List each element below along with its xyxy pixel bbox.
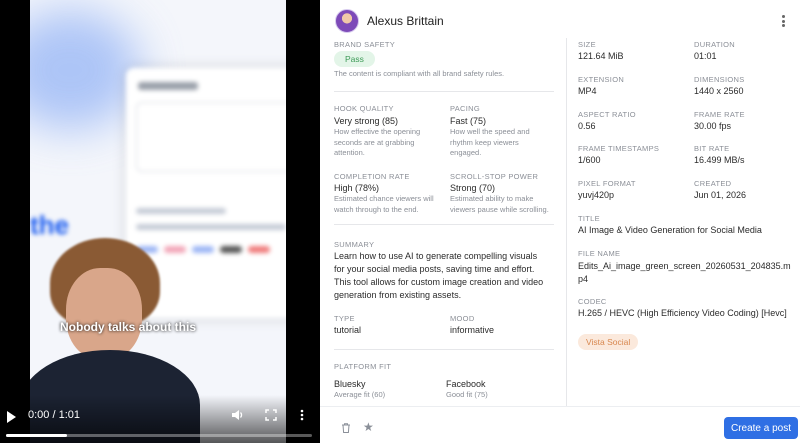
scroll-stop-description: Estimated ability to make viewers pause … (450, 194, 549, 214)
platform-fit-label: PLATFORM FIT (334, 362, 392, 371)
platform-fit-name: Bluesky (334, 379, 366, 389)
completion-rate-description: Estimated chance viewers will watch thro… (334, 194, 434, 214)
brand-safety-description: The content is compliant with all brand … (334, 69, 505, 78)
pixel-format-value: yuvj420p (578, 190, 615, 200)
duration-label: DURATION (694, 40, 736, 49)
platform-fit-score: Average fit (60) (334, 390, 386, 399)
title-label: TITLE (578, 214, 600, 223)
extension-label: EXTENSION (578, 75, 625, 84)
avatar (335, 9, 359, 33)
codec-label: CODEC (578, 297, 607, 306)
video-caption: Nobody talks about this (60, 320, 197, 334)
video-frame: the (30, 0, 286, 443)
panel-header: Alexus Brittain (320, 0, 800, 38)
duration-value: 01:01 (694, 51, 717, 61)
blurred-overlay-text: the (30, 210, 69, 240)
fullscreen-icon[interactable] (264, 408, 278, 422)
create-post-button[interactable]: Create a post (724, 417, 798, 439)
video-progress-fill (6, 434, 68, 437)
file-name-value: Edits_Ai_image_green_screen_20260531_204… (578, 261, 791, 284)
panel-footer: ★ Create a post (320, 406, 800, 443)
bit-rate-label: BIT RATE (694, 144, 730, 153)
type-label: TYPE (334, 314, 355, 323)
summary-text: Learn how to use AI to generate compelli… (334, 251, 544, 300)
size-label: SIZE (578, 40, 596, 49)
created-value: Jun 01, 2026 (694, 190, 747, 200)
frame-timestamps-label: FRAME TIMESTAMPS (578, 144, 660, 153)
extension-value: MP4 (578, 86, 597, 96)
volume-icon[interactable] (230, 408, 244, 422)
pixel-format-label: PIXEL FORMAT (578, 179, 636, 188)
kebab-menu-icon[interactable] (782, 15, 786, 27)
pacing-description: How well the speed and rhythm keep viewe… (450, 127, 530, 157)
brand-safety-badge: Pass (334, 51, 375, 67)
mood-label: MOOD (450, 314, 475, 323)
dimensions-label: DIMENSIONS (694, 75, 745, 84)
title-value: AI Image & Video Generation for Social M… (578, 225, 762, 235)
codec-value: H.265 / HEVC (High Efficiency Video Codi… (578, 308, 787, 318)
completion-rate-label: COMPLETION RATE (334, 172, 410, 181)
frame-rate-value: 30.00 fps (694, 121, 732, 131)
more-options-icon[interactable] (298, 408, 306, 422)
size-value: 121.64 MiB (578, 51, 624, 61)
dimensions-value: 1440 x 2560 (694, 86, 744, 96)
hook-quality-value: Very strong (85) (334, 116, 399, 126)
details-scroll[interactable]: BRAND SAFETY Pass The content is complia… (320, 38, 800, 406)
completion-rate-value: High (78%) (334, 183, 380, 193)
presenter (66, 268, 142, 360)
scroll-stop-label: SCROLL-STOP POWER (450, 172, 539, 181)
source-badge: Vista Social (578, 334, 639, 350)
details-panel: Alexus Brittain BRAND SAFETY Pass The co… (320, 0, 800, 443)
trash-icon[interactable] (340, 422, 352, 434)
bit-rate-value: 16.499 MB/s (694, 155, 745, 165)
scroll-stop-value: Strong (70) (450, 183, 496, 193)
username: Alexus Brittain (367, 14, 444, 28)
summary-label: SUMMARY (334, 240, 375, 249)
aspect-ratio-value: 0.56 (578, 121, 596, 131)
brand-safety-label: BRAND SAFETY (334, 40, 396, 49)
frame-rate-label: FRAME RATE (694, 110, 745, 119)
video-player[interactable]: the Nobody talks about this 0:00 / 1:01 (0, 0, 320, 443)
star-icon[interactable]: ★ (363, 420, 374, 434)
type-value: tutorial (334, 325, 362, 335)
video-time: 0:00 / 1:01 (28, 409, 80, 421)
video-progress-bar[interactable] (6, 434, 312, 437)
frame-timestamps-value: 1/600 (578, 155, 601, 165)
play-icon[interactable] (7, 411, 16, 423)
created-label: CREATED (694, 179, 732, 188)
platform-fit-name: Facebook (446, 379, 486, 389)
platform-fit-score: Good fit (75) (446, 390, 488, 399)
hook-quality-label: HOOK QUALITY (334, 104, 394, 113)
hook-quality-description: How effective the opening seconds are at… (334, 127, 421, 157)
pacing-label: PACING (450, 104, 480, 113)
asset-detail-view: the Nobody talks about this 0:00 / 1:01 … (0, 0, 800, 443)
file-name-label: FILE NAME (578, 249, 621, 258)
aspect-ratio-label: ASPECT RATIO (578, 110, 636, 119)
mood-value: informative (450, 325, 495, 335)
pacing-value: Fast (75) (450, 116, 487, 126)
